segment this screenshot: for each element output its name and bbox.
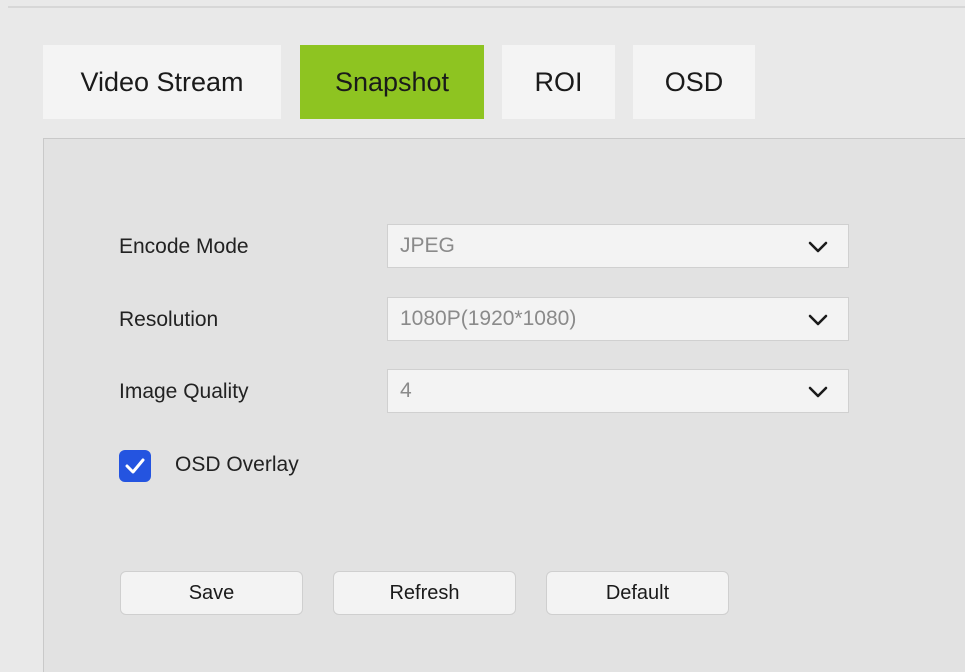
top-divider xyxy=(8,6,965,8)
resolution-label: Resolution xyxy=(119,308,219,331)
tab-snapshot[interactable]: Snapshot xyxy=(300,45,484,119)
chevron-down-icon xyxy=(808,314,828,326)
default-button[interactable]: Default xyxy=(546,571,729,615)
resolution-value: 1080P(1920*1080) xyxy=(400,307,577,330)
osd-overlay-label: OSD Overlay xyxy=(175,453,299,476)
chevron-down-icon xyxy=(808,386,828,398)
resolution-select[interactable]: 1080P(1920*1080) xyxy=(387,297,849,341)
check-icon xyxy=(125,458,145,474)
encode-mode-value: JPEG xyxy=(400,234,455,257)
image-quality-select[interactable]: 4 xyxy=(387,369,849,413)
tab-video-stream[interactable]: Video Stream xyxy=(43,45,281,119)
image-quality-value: 4 xyxy=(400,379,412,402)
encode-mode-label: Encode Mode xyxy=(119,235,249,258)
chevron-down-icon xyxy=(808,241,828,253)
osd-overlay-checkbox[interactable] xyxy=(119,450,151,482)
encode-mode-select[interactable]: JPEG xyxy=(387,224,849,268)
tab-osd[interactable]: OSD xyxy=(633,45,755,119)
image-quality-label: Image Quality xyxy=(119,380,249,403)
refresh-button[interactable]: Refresh xyxy=(333,571,516,615)
save-button[interactable]: Save xyxy=(120,571,303,615)
tab-roi[interactable]: ROI xyxy=(502,45,615,119)
